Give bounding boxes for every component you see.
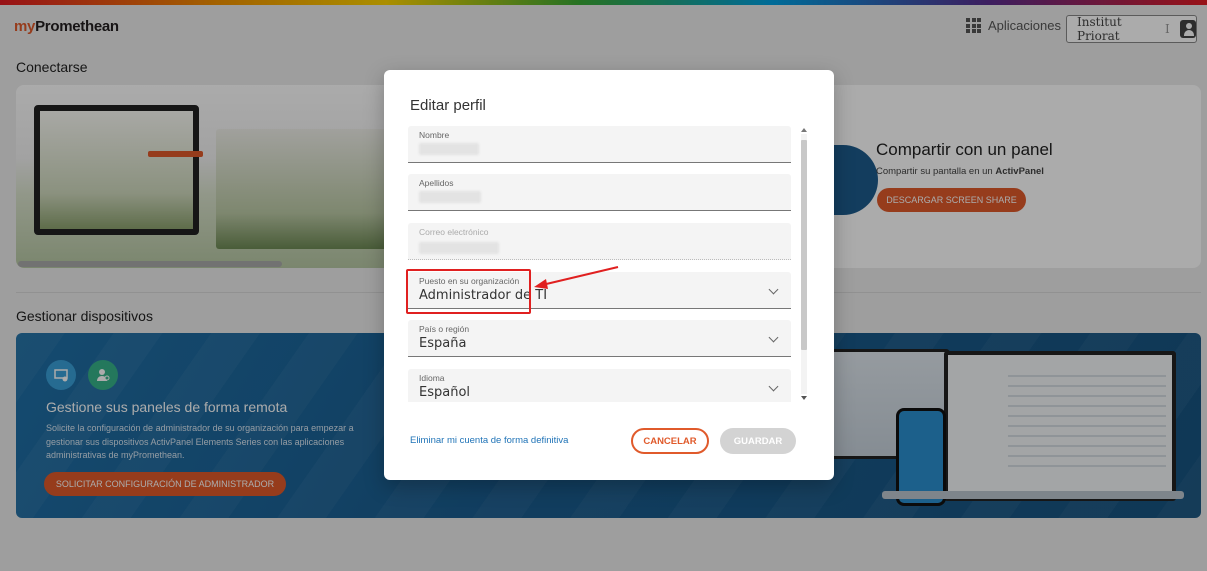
email-label: Correo electrónico xyxy=(419,227,489,237)
cancel-button[interactable]: CANCELAR xyxy=(631,428,709,454)
annotation-highlight-box xyxy=(406,269,531,314)
country-value: España xyxy=(419,336,467,351)
scroll-up-arrow-icon[interactable] xyxy=(801,128,807,132)
first-name-value-redacted xyxy=(419,143,479,155)
form-scrollbar[interactable] xyxy=(799,126,809,402)
scroll-down-arrow-icon[interactable] xyxy=(801,396,807,400)
last-name-value-redacted xyxy=(419,191,481,203)
first-name-label: Nombre xyxy=(419,130,450,140)
first-name-field[interactable]: Nombre xyxy=(408,126,791,163)
chevron-down-icon xyxy=(768,284,779,295)
chevron-down-icon xyxy=(768,332,779,343)
dialog-title: Editar perfil xyxy=(410,97,486,114)
country-label: País o región xyxy=(419,324,470,334)
language-select[interactable]: Idioma Español xyxy=(408,369,791,402)
email-field: Correo electrónico xyxy=(408,223,791,260)
language-label: Idioma xyxy=(419,373,445,383)
last-name-label: Apellidos xyxy=(419,178,454,188)
language-value: Español xyxy=(419,385,471,400)
chevron-down-icon xyxy=(768,381,779,392)
save-button[interactable]: GUARDAR xyxy=(720,428,796,454)
email-value-redacted xyxy=(419,242,499,254)
last-name-field[interactable]: Apellidos xyxy=(408,174,791,211)
scrollbar-thumb[interactable] xyxy=(801,140,807,350)
country-select[interactable]: País o región España xyxy=(408,320,791,357)
annotation-arrow-icon xyxy=(534,266,619,289)
delete-account-link[interactable]: Eliminar mi cuenta de forma definitiva xyxy=(410,435,568,446)
